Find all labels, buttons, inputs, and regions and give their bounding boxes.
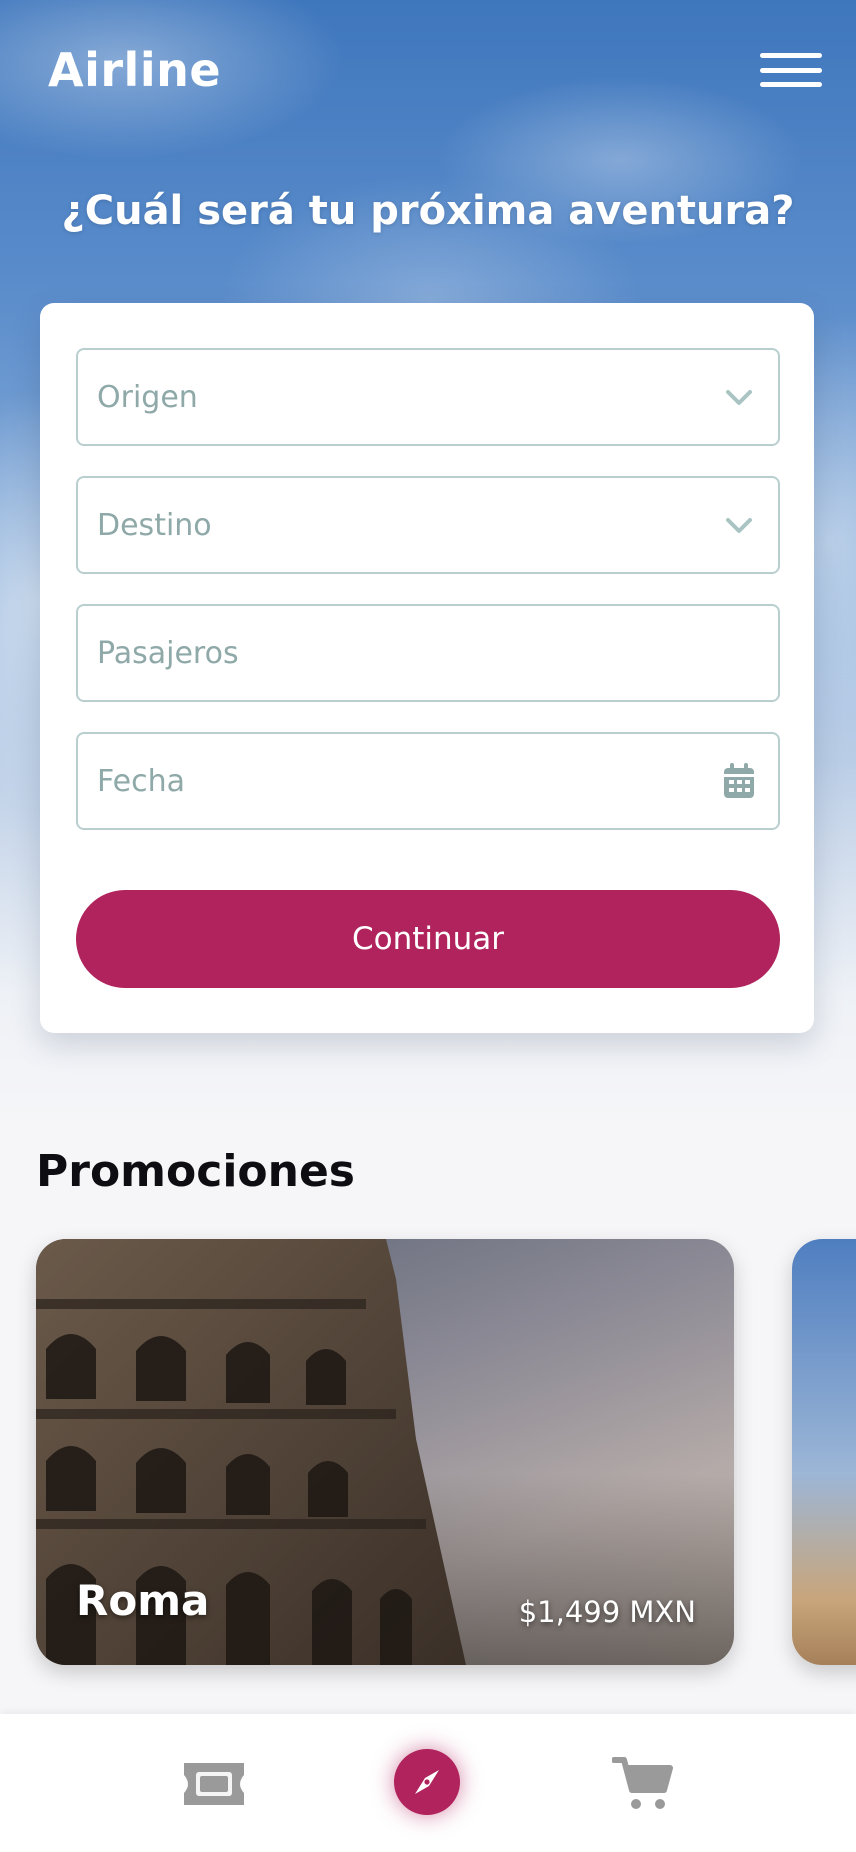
origin-placeholder: Origen [97, 379, 198, 415]
top-bar: Airline [0, 0, 856, 140]
date-input[interactable]: Fecha [76, 732, 780, 830]
hero-headline: ¿Cuál será tu próxima aventura? [61, 188, 795, 234]
passengers-placeholder: Pasajeros [97, 635, 239, 671]
search-card: Origen Destino Pasajeros Fecha Continuar [40, 303, 814, 1033]
calendar-icon[interactable] [722, 762, 756, 800]
promo-image-next [792, 1239, 856, 1665]
destination-select[interactable]: Destino [76, 476, 780, 574]
nav-explore[interactable] [394, 1749, 460, 1815]
app-screen: Airline ¿Cuál será tu próxima aventura? … [0, 0, 856, 1852]
date-placeholder: Fecha [97, 763, 185, 799]
continue-button[interactable]: Continuar [76, 890, 780, 988]
promotions-title: Promociones [36, 1146, 355, 1197]
ticket-icon [184, 1763, 244, 1805]
hamburger-menu-icon[interactable] [760, 53, 822, 87]
promo-card-roma[interactable]: Roma $1,499 MXN [36, 1239, 734, 1665]
chevron-down-icon [726, 518, 752, 533]
promo-price: $1,499 MXN [518, 1595, 696, 1629]
brand-logo: Airline [48, 43, 222, 97]
nav-tickets[interactable] [180, 1754, 248, 1814]
cart-icon [612, 1757, 673, 1809]
promo-city-name: Roma [76, 1576, 210, 1625]
nav-cart[interactable] [610, 1752, 676, 1814]
destination-placeholder: Destino [97, 507, 212, 543]
promo-card-next[interactable] [792, 1239, 856, 1665]
compass-icon [415, 1770, 439, 1794]
chevron-down-icon [726, 390, 752, 405]
origin-select[interactable]: Origen [76, 348, 780, 446]
passengers-input[interactable]: Pasajeros [76, 604, 780, 702]
bottom-navigation [0, 1714, 856, 1852]
